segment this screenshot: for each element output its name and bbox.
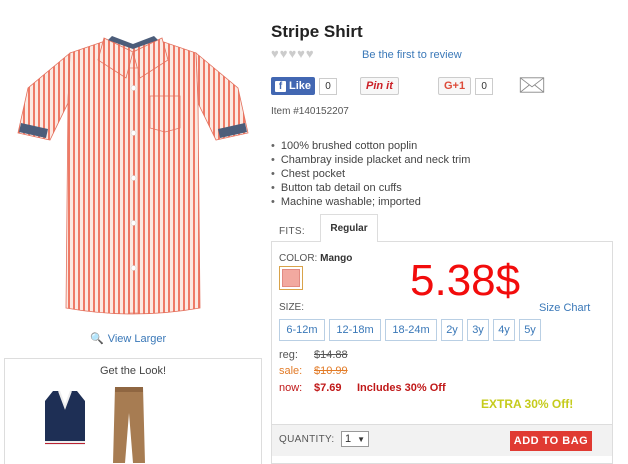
quantity-select[interactable]: 1 ▼ — [341, 431, 369, 447]
size-option[interactable]: 4y — [493, 319, 515, 341]
quantity-value: 1 — [345, 433, 352, 445]
get-the-look-title: Get the Look! — [99, 365, 167, 377]
color-label: COLOR: Mango — [279, 253, 352, 264]
color-value: Mango — [320, 253, 353, 264]
product-title: Stripe Shirt — [271, 22, 363, 41]
pin-it-button[interactable]: Pin it — [360, 77, 399, 95]
reg-price-value: $14.88 — [314, 349, 348, 361]
now-price-label: now: — [279, 382, 303, 394]
google-plus-button[interactable]: G+1 — [438, 77, 472, 95]
review-link[interactable]: Be the first to review — [362, 49, 462, 61]
google-plus[interactable]: G+1 0 — [438, 77, 494, 95]
size-option[interactable]: 3y — [467, 319, 489, 341]
dropdown-arrow-icon: ▼ — [357, 434, 365, 444]
size-option[interactable]: 5y — [519, 319, 541, 341]
size-label: SIZE: — [279, 302, 305, 313]
heart-icon: ♥ — [271, 46, 279, 61]
size-options: 6-12m 12-18m 18-24m 2y 3y 4y 5y — [279, 319, 541, 341]
reg-price-label: reg: — [279, 349, 298, 361]
fits-label: FITS: — [279, 226, 305, 237]
facebook-like-button[interactable]: f Like — [271, 77, 316, 95]
facebook-like-count: 0 — [319, 77, 338, 95]
sale-price-label: sale: — [279, 365, 303, 377]
size-option[interactable]: 12-18m — [329, 319, 381, 341]
sweater-vest-thumbnail[interactable] — [41, 387, 89, 451]
quantity-label: QUANTITY: — [279, 434, 335, 445]
product-image[interactable] — [8, 8, 258, 328]
extra-discount-badge: EXTRA 30% Off! — [481, 397, 574, 411]
facebook-like-label: Like — [289, 80, 312, 92]
heart-icon: ♥ — [297, 46, 305, 61]
sale-price-value: $10.99 — [314, 365, 348, 377]
view-larger-label: View Larger — [107, 332, 167, 345]
size-option[interactable]: 2y — [441, 319, 463, 341]
google-plus-count: 0 — [475, 77, 494, 95]
facebook-icon: f — [275, 80, 286, 92]
feature-item: Chambray inside placket and neck trim — [271, 153, 471, 167]
size-option[interactable]: 18-24m — [385, 319, 437, 341]
heart-icon: ♥ — [279, 46, 288, 61]
discount-note: Includes 30% Off — [357, 382, 446, 394]
overlay-price: 5.38$ — [410, 256, 521, 305]
feature-item: Chest pocket — [271, 167, 470, 181]
heart-icon: ♥ — [305, 46, 314, 61]
size-option[interactable]: 6-12m — [279, 319, 325, 341]
fit-tab-regular[interactable]: Regular — [320, 214, 378, 242]
magnifier-icon: 🔍 — [90, 333, 104, 345]
view-larger-link[interactable]: 🔍 View Larger — [90, 332, 167, 346]
email-icon[interactable] — [518, 76, 546, 94]
size-chart-link[interactable]: Size Chart — [539, 302, 590, 314]
get-the-look-panel: Get the Look! — [4, 358, 262, 464]
feature-list: 100% brushed cotton poplin Chambray insi… — [271, 139, 471, 209]
color-swatch-mango[interactable] — [279, 266, 303, 290]
feature-item: Machine washable; imported — [271, 195, 470, 209]
heart-icon: ♥ — [288, 46, 297, 61]
facebook-like[interactable]: f Like 0 — [271, 77, 338, 95]
feature-item: 100% brushed cotton poplin — [271, 139, 470, 153]
swatch-fill — [282, 269, 300, 287]
feature-item: Button tab detail on cuffs — [271, 181, 470, 195]
now-price-value: $7.69 — [314, 382, 342, 394]
item-number: Item #140152207 — [271, 106, 349, 117]
color-label-text: COLOR: — [279, 253, 318, 264]
khaki-pants-thumbnail[interactable] — [109, 385, 149, 464]
add-to-bag-button[interactable]: ADD TO BAG — [510, 431, 592, 451]
rating-stars[interactable]: ♥ ♥ ♥ ♥ ♥ — [271, 46, 314, 61]
pinterest-pin[interactable]: Pin it — [360, 77, 399, 95]
